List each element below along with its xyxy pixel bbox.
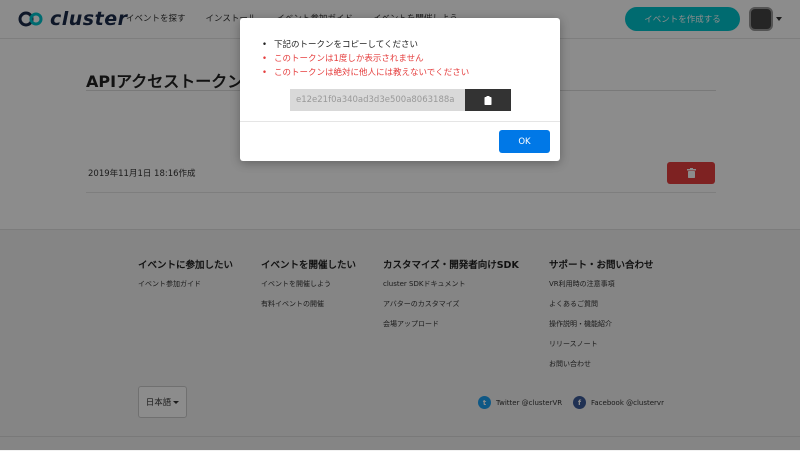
token-row: e12e21f0a340ad3d3e500a8063188a [290, 89, 511, 111]
token-field[interactable]: e12e21f0a340ad3d3e500a8063188a [290, 89, 465, 111]
token-modal: 下記のトークンをコピーしてください このトークンは1度しか表示されません このト… [240, 18, 560, 161]
modal-warning: このトークンは1度しか表示されません [262, 52, 469, 66]
ok-button[interactable]: OK [499, 130, 550, 153]
clipboard-icon [484, 95, 492, 105]
divider [240, 121, 560, 122]
copy-token-button[interactable] [465, 89, 511, 111]
modal-message: 下記のトークンをコピーしてください [262, 38, 469, 52]
modal-message-list: 下記のトークンをコピーしてください このトークンは1度しか表示されません このト… [262, 38, 469, 80]
modal-warning: このトークンは絶対に他人には教えないでください [262, 66, 469, 80]
